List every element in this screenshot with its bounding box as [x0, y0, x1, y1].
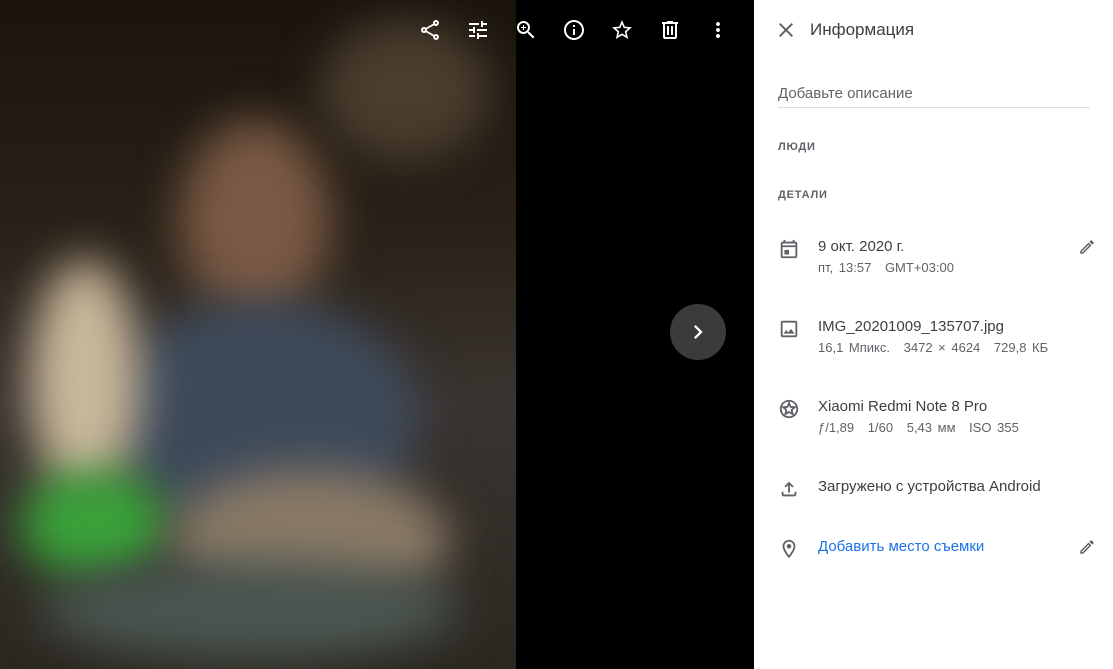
location-row: Добавить место съемки [778, 538, 1098, 562]
iso: ISO 355 [969, 420, 1019, 435]
trash-icon [662, 21, 678, 39]
zoom-in-icon [517, 21, 535, 39]
focal-length: 5,43 мм [906, 420, 956, 435]
upload-icon [778, 478, 802, 502]
info-panel-header: Информация [754, 0, 1113, 60]
date-row: 9 окт. 2020 г. пт, 13:57 GMT+03:00 [778, 238, 1098, 282]
file-row: IMG_20201009_135707.jpg 16,1 Мпикс. 3472… [778, 318, 1098, 362]
share-icon [420, 20, 439, 40]
location-pin-icon [778, 538, 802, 562]
info-icon [564, 20, 584, 40]
next-photo-button[interactable] [670, 304, 726, 360]
photo-image[interactable] [0, 0, 516, 669]
edit-button[interactable] [454, 8, 502, 52]
viewer-toolbar [406, 8, 742, 52]
upload-source: Загружено с устройства Android [818, 478, 1041, 495]
pencil-icon [1080, 240, 1094, 254]
delete-button[interactable] [646, 8, 694, 52]
share-button[interactable] [406, 8, 454, 52]
close-button[interactable] [774, 18, 798, 42]
date-text: 9 окт. 2020 г. [818, 238, 905, 255]
camera-model: Xiaomi Redmi Note 8 Pro [818, 398, 988, 415]
info-button[interactable] [550, 8, 598, 52]
people-section-label: ЛЮДИ [778, 141, 816, 153]
timezone: GMT+03:00 [884, 260, 954, 275]
chevron-right-icon [694, 325, 703, 339]
camera-aperture-icon [778, 398, 802, 422]
favorite-button[interactable] [598, 8, 646, 52]
info-panel: Информация ЛЮДИ ДЕТАЛИ 9 окт. 2020 г. пт… [754, 0, 1113, 669]
file-size: 729,8 КБ [993, 340, 1049, 355]
megapixels: 16,1 Мпикс. [818, 340, 890, 355]
photo-viewer [0, 0, 754, 669]
details-section-label: ДЕТАЛИ [778, 189, 828, 201]
more-button[interactable] [694, 8, 742, 52]
edit-tune-icon [469, 21, 487, 39]
resolution: 3472 × 4624 [903, 340, 981, 355]
camera-row: Xiaomi Redmi Note 8 Pro ƒ/1,89 1/60 5,43… [778, 398, 1098, 442]
shutter-speed: 1/60 [867, 420, 894, 435]
file-name: IMG_20201009_135707.jpg [818, 318, 1004, 335]
description-input[interactable] [778, 80, 1090, 108]
upload-row: Загружено с устройства Android [778, 478, 1098, 502]
zoom-button[interactable] [502, 8, 550, 52]
add-location-link[interactable]: Добавить место съемки [818, 538, 984, 555]
more-vert-icon [716, 22, 720, 38]
panel-title: Информация [810, 20, 915, 39]
pencil-icon [1080, 540, 1094, 554]
file-secondary: 16,1 Мпикс. 3472 × 4624 729,8 КБ [818, 340, 1056, 355]
day-time: пт, 13:57 [818, 260, 872, 275]
image-icon [778, 318, 802, 342]
edit-date-button[interactable] [1078, 238, 1098, 258]
edit-location-button[interactable] [1078, 538, 1098, 558]
camera-settings: ƒ/1,89 1/60 5,43 мм ISO 355 [818, 420, 1027, 435]
aperture: ƒ/1,89 [818, 420, 855, 435]
star-icon [612, 20, 632, 39]
date-secondary: пт, 13:57 GMT+03:00 [818, 260, 962, 275]
close-icon [779, 23, 793, 37]
calendar-icon [778, 238, 802, 262]
